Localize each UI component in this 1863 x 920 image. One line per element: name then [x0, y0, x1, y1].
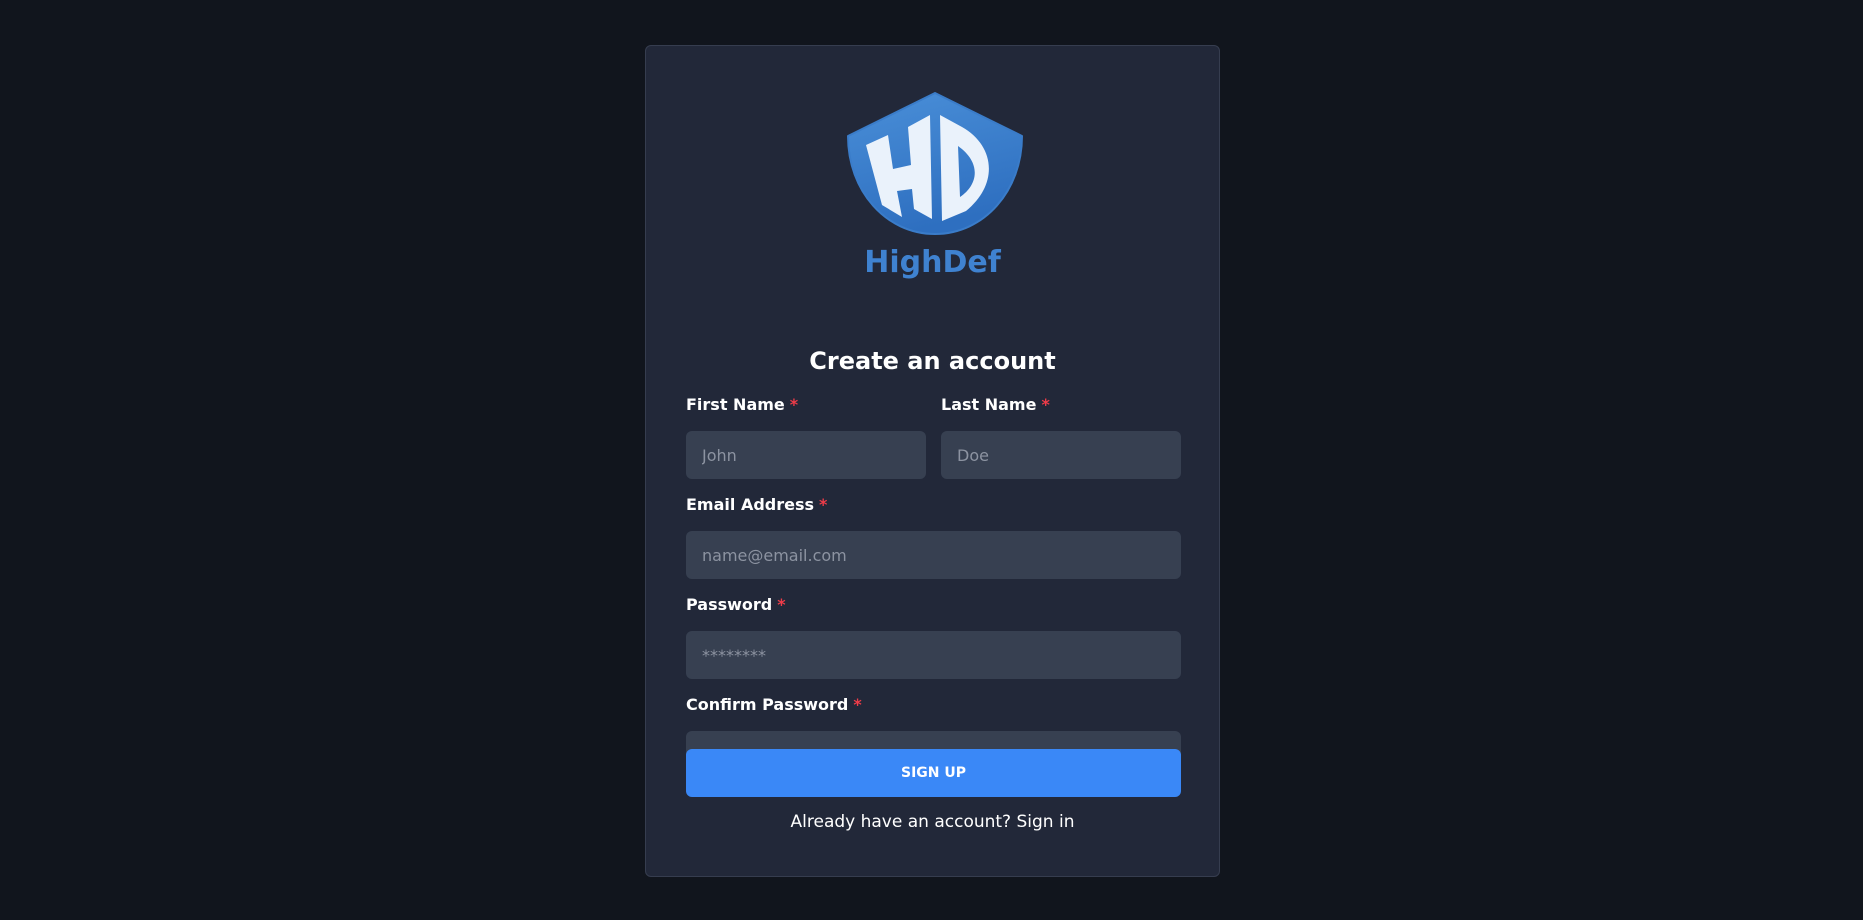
first-name-input[interactable] — [686, 431, 926, 479]
first-name-label-text: First Name — [686, 395, 785, 414]
required-marker: * — [853, 695, 862, 714]
signin-prompt-text: Already have an account? — [790, 812, 1012, 832]
password-field-group: Password * — [686, 597, 1181, 679]
required-marker: * — [819, 495, 828, 514]
last-name-input[interactable] — [941, 431, 1181, 479]
email-label: Email Address * — [686, 497, 827, 513]
hd-shield-logo-icon — [847, 92, 1023, 235]
sign-in-link[interactable]: Sign in — [1016, 812, 1074, 832]
confirm-password-label-text: Confirm Password — [686, 695, 849, 714]
password-label-text: Password — [686, 595, 773, 614]
confirm-password-label: Confirm Password * — [686, 697, 862, 713]
password-label: Password * — [686, 597, 786, 613]
required-marker: * — [789, 395, 799, 414]
signin-prompt: Already have an account? Sign in — [646, 814, 1219, 831]
required-marker: * — [777, 595, 786, 614]
sign-up-button[interactable]: SIGN UP — [686, 749, 1181, 797]
password-input[interactable] — [686, 631, 1181, 679]
brand-name: HighDef — [864, 245, 1001, 280]
last-name-label: Last Name * — [941, 397, 1050, 413]
email-label-text: Email Address — [686, 495, 815, 514]
email-input[interactable] — [686, 531, 1181, 579]
last-name-field-group: Last Name * — [941, 397, 1181, 479]
required-marker: * — [1041, 395, 1050, 414]
email-field-group: Email Address * — [686, 497, 1181, 579]
page-title: Create an account — [809, 347, 1056, 375]
first-name-label: First Name * — [686, 397, 798, 413]
first-name-field-group: First Name * — [686, 397, 926, 479]
last-name-label-text: Last Name — [941, 395, 1037, 414]
signup-card: HighDef Create an account First Name* La… — [645, 45, 1220, 877]
